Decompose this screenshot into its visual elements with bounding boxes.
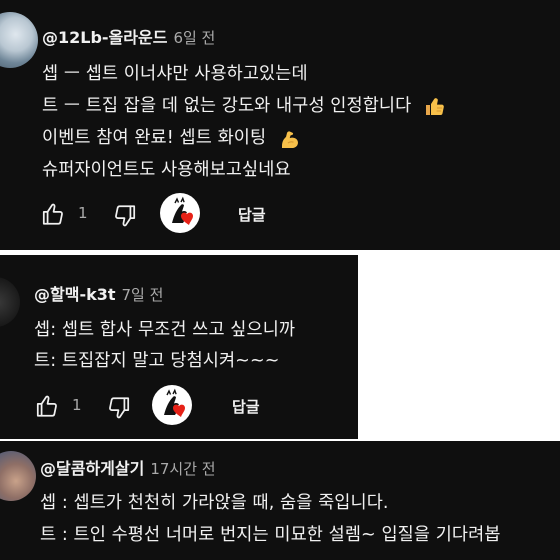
avatar[interactable]	[0, 451, 36, 501]
comment-header: @달콤하게살기 17시간 전	[40, 455, 216, 479]
comment-text: 트 ㅡ 트집 잡을 데 없는 강도와 내구성 인정합니다	[42, 96, 412, 116]
thumbs-down-icon[interactable]	[112, 203, 138, 229]
avatar[interactable]	[0, 12, 38, 68]
avatar[interactable]	[0, 277, 20, 327]
creator-heart-icon	[152, 385, 192, 425]
comment-1: @12Lb-올라운드 6일 전 셉 ㅡ 셉트 이너샤만 사용하고있는데 트 ㅡ 트…	[0, 0, 560, 250]
thumbs-up-emoji	[425, 98, 444, 116]
comment-text-line: 트 : 트인 수평선 너머로 번지는 미묘한 설렘~ 입질을 기다려봅	[40, 525, 501, 545]
comment-actions: 1 답글	[40, 193, 360, 233]
creator-heart-icon	[160, 193, 200, 233]
comment-header: @12Lb-올라운드 6일 전	[42, 24, 215, 48]
comment-3: @달콤하게살기 17시간 전 셉 : 셉트가 천천히 가라앉을 때, 숨을 죽입니…	[0, 441, 560, 560]
author-handle[interactable]: @달콤하게살기	[40, 459, 144, 478]
comment-text: 이벤트 참여 완료! 셉트 화이팅	[42, 128, 267, 148]
timestamp[interactable]: 17시간 전	[150, 460, 215, 478]
comment-text-line: 슈퍼자이언트도 사용해보고싶네요	[42, 160, 291, 180]
comment-header: @할맥-k3t 7일 전	[34, 281, 163, 305]
comment-text-line: 셉 ㅡ 셉트 이너샤만 사용하고있는데	[42, 64, 308, 84]
comment-text-line: 트: 트집잡지 말고 당첨시켜~~~	[34, 351, 280, 371]
comment-text-line: 셉: 셉트 합사 무조건 쓰고 싶으니까	[34, 320, 296, 340]
comment-2: @할맥-k3t 7일 전 셉: 셉트 합사 무조건 쓰고 싶으니까 트: 트집잡지…	[0, 255, 358, 439]
thumbs-up-icon[interactable]	[40, 201, 66, 227]
like-count: 1	[78, 204, 88, 222]
comment-text-line: 셉 : 셉트가 천천히 가라앉을 때, 숨을 죽입니다.	[40, 493, 389, 513]
comment-text-line: 이벤트 참여 완료! 셉트 화이팅	[42, 124, 302, 150]
timestamp[interactable]: 6일 전	[173, 29, 215, 47]
comment-actions: 1 답글	[34, 385, 334, 425]
timestamp[interactable]: 7일 전	[122, 286, 164, 304]
thumbs-up-icon[interactable]	[34, 393, 60, 419]
author-handle[interactable]: @할맥-k3t	[34, 285, 116, 304]
reply-button[interactable]: 답글	[232, 396, 260, 417]
flexed-biceps-emoji	[281, 131, 298, 148]
like-count: 1	[72, 396, 82, 414]
thumbs-down-icon[interactable]	[106, 395, 132, 421]
comment-text-line: 트 ㅡ 트집 잡을 데 없는 강도와 내구성 인정합니다	[42, 92, 447, 118]
author-handle[interactable]: @12Lb-올라운드	[42, 28, 167, 47]
reply-button[interactable]: 답글	[238, 204, 266, 225]
